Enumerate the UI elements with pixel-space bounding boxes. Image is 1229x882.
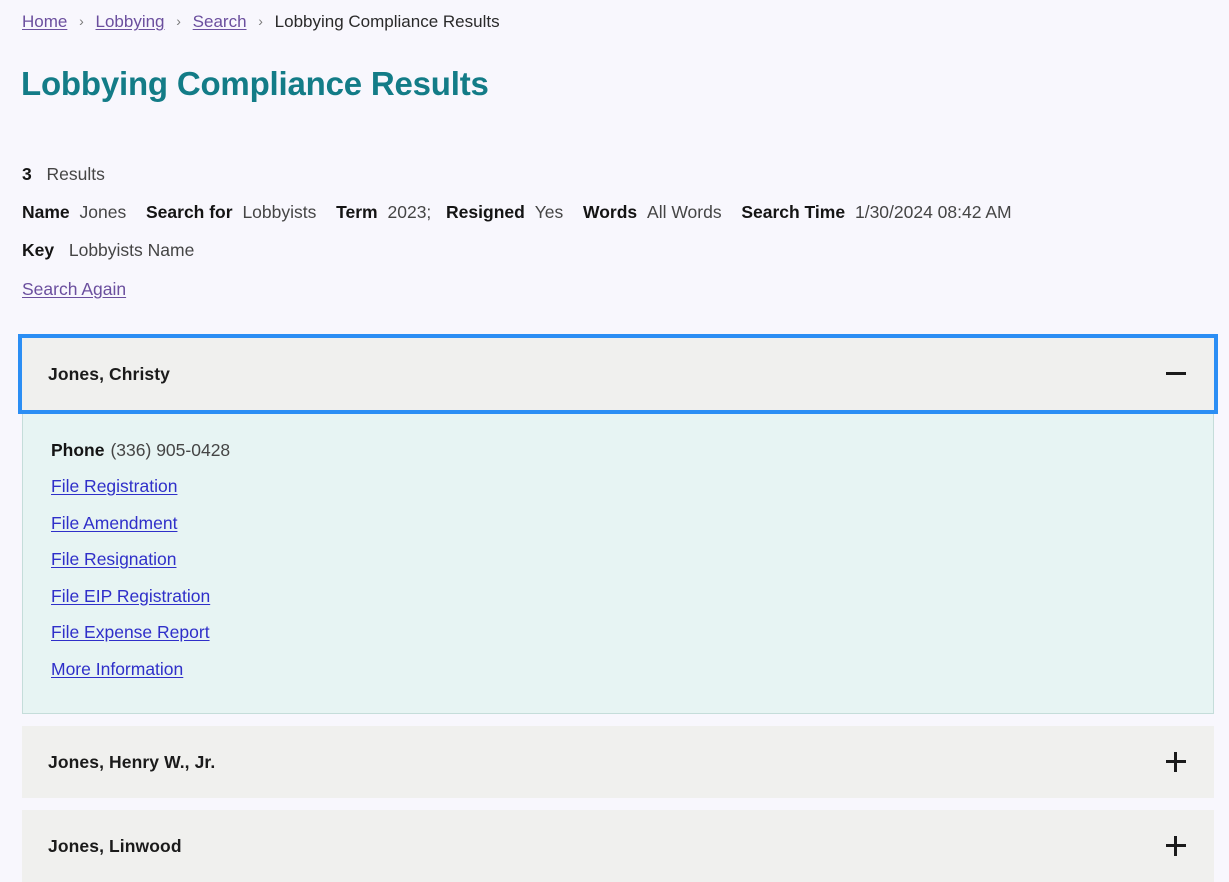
criteria-label-resigned: Resigned xyxy=(446,202,525,222)
breadcrumb-separator-icon: › xyxy=(258,13,263,29)
accordion-spacer xyxy=(22,798,1214,810)
result-item-jones-linwood: Jones, Linwood xyxy=(22,810,1214,882)
plus-icon xyxy=(1164,834,1188,858)
file-eip-registration-link[interactable]: File EIP Registration xyxy=(51,578,210,615)
lobbying-compliance-results-page: Home › Lobbying › Search › Lobbying Comp… xyxy=(0,0,1229,882)
criteria-value-term: 2023; xyxy=(387,202,432,222)
search-again-line: Search Again xyxy=(22,269,1012,308)
breadcrumb-separator-icon: › xyxy=(79,13,84,29)
phone-row: Phone (336) 905-0428 xyxy=(51,432,1187,468)
accordion-spacer xyxy=(22,714,1214,726)
phone-label: Phone xyxy=(51,440,105,460)
result-item-jones-henry: Jones, Henry W., Jr. xyxy=(22,726,1214,798)
accordion-title: Jones, Christy xyxy=(48,363,170,384)
breadcrumb-current-page: Lobbying Compliance Results xyxy=(274,12,500,31)
key-label: Key xyxy=(22,240,55,260)
results-count-label: Results xyxy=(46,164,105,184)
accordion-panel-jones-christy: Phone (336) 905-0428 File Registration Fi… xyxy=(22,410,1214,714)
search-summary: 3 Results Name Jones Search for Lobbyist… xyxy=(22,155,1012,308)
results-accordion: Jones, Christy Phone (336) 905-0428 File … xyxy=(18,334,1218,882)
search-key-line: Key Lobbyists Name xyxy=(22,231,1012,269)
result-item-jones-christy: Jones, Christy Phone (336) 905-0428 File … xyxy=(18,334,1218,714)
more-information-link[interactable]: More Information xyxy=(51,651,183,688)
breadcrumb: Home › Lobbying › Search › Lobbying Comp… xyxy=(22,8,500,36)
minus-icon xyxy=(1164,362,1188,386)
key-value: Lobbyists Name xyxy=(68,240,195,260)
breadcrumb-link-lobbying[interactable]: Lobbying xyxy=(96,12,165,31)
criteria-value-search-time: 1/30/2024 08:42 AM xyxy=(854,202,1012,222)
file-registration-link[interactable]: File Registration xyxy=(51,468,177,505)
phone-value: (336) 905-0428 xyxy=(110,440,231,460)
breadcrumb-separator-icon: › xyxy=(176,13,181,29)
criteria-label-term: Term xyxy=(336,202,378,222)
file-expense-report-link[interactable]: File Expense Report xyxy=(51,614,210,651)
accordion-title: Jones, Linwood xyxy=(48,835,182,856)
criteria-value-words: All Words xyxy=(647,202,722,222)
accordion-header-jones-henry[interactable]: Jones, Henry W., Jr. xyxy=(22,726,1214,798)
criteria-value-name: Jones xyxy=(79,202,127,222)
file-resignation-link[interactable]: File Resignation xyxy=(51,541,176,578)
criteria-label-search-for: Search for xyxy=(146,202,233,222)
search-criteria-line: Name Jones Search for Lobbyists Term 202… xyxy=(22,193,1012,231)
breadcrumb-link-search[interactable]: Search xyxy=(193,12,247,31)
search-again-link[interactable]: Search Again xyxy=(22,270,126,308)
accordion-title: Jones, Henry W., Jr. xyxy=(48,751,216,772)
criteria-label-search-time: Search Time xyxy=(741,202,846,222)
results-count-line: 3 Results xyxy=(22,155,1012,193)
accordion-header-jones-christy[interactable]: Jones, Christy xyxy=(18,334,1218,414)
file-amendment-link[interactable]: File Amendment xyxy=(51,505,177,542)
page-title: Lobbying Compliance Results xyxy=(21,65,489,102)
criteria-value-resigned: Yes xyxy=(534,202,564,222)
criteria-value-search-for: Lobbyists xyxy=(242,202,317,222)
plus-icon xyxy=(1164,750,1188,774)
criteria-label-words: Words xyxy=(583,202,638,222)
accordion-header-jones-linwood[interactable]: Jones, Linwood xyxy=(22,810,1214,882)
breadcrumb-link-home[interactable]: Home xyxy=(22,12,67,31)
criteria-label-name: Name xyxy=(22,202,70,222)
results-count: 3 xyxy=(22,164,32,184)
